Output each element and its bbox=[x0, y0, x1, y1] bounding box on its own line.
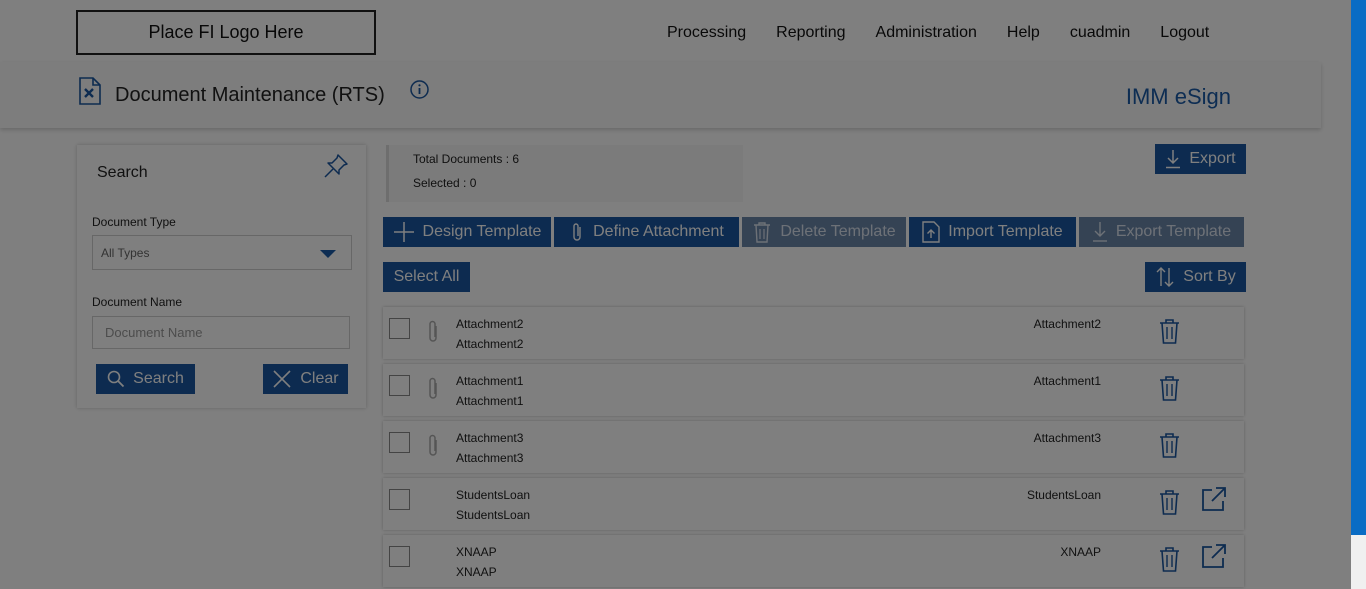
document-type: Attachment3 bbox=[1033, 431, 1101, 445]
row-checkbox[interactable] bbox=[389, 318, 410, 339]
select-all-label: Select All bbox=[393, 268, 460, 285]
export-template-button[interactable]: Export Template bbox=[1079, 217, 1244, 247]
paperclip-icon bbox=[429, 320, 437, 342]
document-name: Attachment1 bbox=[456, 374, 524, 388]
nav-help[interactable]: Help bbox=[992, 22, 1055, 44]
selected-count: Selected : 0 bbox=[413, 176, 477, 190]
define-attachment-label: Define Attachment bbox=[593, 223, 724, 240]
trash-icon[interactable] bbox=[1159, 318, 1180, 344]
document-row[interactable]: XNAAP XNAAP XNAAP bbox=[383, 535, 1244, 587]
document-type-select[interactable]: All Types bbox=[92, 235, 352, 270]
document-type-value: All Types bbox=[101, 246, 150, 260]
document-subname: XNAAP bbox=[456, 565, 497, 579]
design-template-button[interactable]: Design Template bbox=[383, 217, 551, 247]
top-nav: Processing Reporting Administration Help… bbox=[652, 22, 1224, 44]
row-checkbox[interactable] bbox=[389, 489, 410, 510]
document-icon bbox=[79, 77, 101, 105]
document-name: XNAAP bbox=[456, 545, 497, 559]
document-subname: Attachment1 bbox=[456, 394, 524, 408]
logo-text: Place FI Logo Here bbox=[148, 22, 304, 42]
nav-user[interactable]: cuadmin bbox=[1055, 22, 1145, 44]
download-icon bbox=[1092, 222, 1107, 242]
nav-reporting[interactable]: Reporting bbox=[761, 22, 860, 44]
sort-by-label: Sort By bbox=[1183, 268, 1236, 285]
delete-template-button[interactable]: Delete Template bbox=[742, 217, 906, 247]
row-checkbox[interactable] bbox=[389, 375, 410, 396]
document-subname: Attachment3 bbox=[456, 451, 524, 465]
pin-icon[interactable] bbox=[322, 152, 350, 180]
nav-administration[interactable]: Administration bbox=[861, 22, 992, 44]
plus-icon bbox=[393, 222, 414, 242]
fi-logo[interactable]: Place FI Logo Here bbox=[76, 10, 376, 55]
document-name: Attachment3 bbox=[456, 431, 524, 445]
clear-button[interactable]: Clear bbox=[263, 364, 348, 394]
row-checkbox[interactable] bbox=[389, 432, 410, 453]
document-row[interactable]: StudentsLoan StudentsLoan StudentsLoan bbox=[383, 478, 1244, 530]
search-panel: Search Document Type All Types Document … bbox=[77, 145, 366, 408]
page: Place FI Logo Here Processing Reporting … bbox=[0, 0, 1351, 589]
paperclip-icon bbox=[573, 223, 581, 241]
design-template-label: Design Template bbox=[422, 223, 542, 240]
trash-icon[interactable] bbox=[1159, 432, 1180, 458]
export-template-label: Export Template bbox=[1115, 223, 1232, 240]
paperclip-icon bbox=[429, 377, 437, 399]
page-scrollbar[interactable] bbox=[1351, 0, 1366, 589]
delete-template-label: Delete Template bbox=[780, 223, 896, 240]
document-type: Attachment2 bbox=[1033, 317, 1101, 331]
document-row[interactable]: Attachment2 Attachment2 Attachment2 bbox=[383, 307, 1244, 359]
search-panel-title: Search bbox=[97, 164, 148, 181]
trash-icon[interactable] bbox=[1159, 489, 1180, 515]
product-name: IMM eSign bbox=[1125, 84, 1231, 109]
import-template-button[interactable]: Import Template bbox=[909, 217, 1076, 247]
open-external-icon[interactable] bbox=[1201, 486, 1227, 512]
info-icon[interactable] bbox=[410, 80, 429, 99]
trash-icon[interactable] bbox=[1159, 546, 1180, 572]
select-all-button[interactable]: Select All bbox=[383, 262, 470, 292]
document-subname: Attachment2 bbox=[456, 337, 524, 351]
chevron-down-icon bbox=[320, 250, 336, 258]
document-name-input[interactable] bbox=[92, 316, 350, 349]
trash-icon bbox=[754, 222, 771, 243]
total-documents: Total Documents : 6 bbox=[413, 152, 520, 166]
document-type: StudentsLoan bbox=[1026, 488, 1101, 502]
document-name: StudentsLoan bbox=[456, 488, 531, 502]
upload-file-icon bbox=[922, 221, 940, 243]
search-button-label: Search bbox=[133, 370, 184, 387]
export-button[interactable]: Export bbox=[1155, 144, 1246, 174]
document-subname: StudentsLoan bbox=[456, 508, 531, 522]
document-row[interactable]: Attachment3 Attachment3 Attachment3 bbox=[383, 421, 1244, 473]
document-summary: Total Documents : 6 Selected : 0 bbox=[386, 145, 743, 202]
paperclip-icon bbox=[429, 434, 437, 456]
scrollbar-thumb[interactable] bbox=[1351, 0, 1366, 535]
search-button[interactable]: Search bbox=[96, 364, 195, 394]
close-icon bbox=[273, 370, 291, 388]
document-type-label: Document Type bbox=[92, 215, 176, 229]
document-name-label: Document Name bbox=[92, 295, 183, 309]
sort-icon bbox=[1156, 267, 1174, 287]
import-template-label: Import Template bbox=[948, 223, 1063, 240]
page-title: Document Maintenance (RTS) bbox=[115, 84, 385, 106]
search-icon bbox=[107, 370, 125, 388]
download-icon bbox=[1166, 150, 1181, 169]
document-type: XNAAP bbox=[1060, 545, 1101, 559]
sort-by-button[interactable]: Sort By bbox=[1145, 262, 1246, 292]
trash-icon[interactable] bbox=[1159, 375, 1180, 401]
define-attachment-button[interactable]: Define Attachment bbox=[554, 217, 739, 247]
export-button-label: Export bbox=[1189, 150, 1236, 167]
document-name: Attachment2 bbox=[456, 317, 524, 331]
open-external-icon[interactable] bbox=[1201, 543, 1227, 569]
clear-button-label: Clear bbox=[300, 370, 339, 387]
nav-processing[interactable]: Processing bbox=[652, 22, 761, 44]
document-row[interactable]: Attachment1 Attachment1 Attachment1 bbox=[383, 364, 1244, 416]
row-checkbox[interactable] bbox=[389, 546, 410, 567]
document-type: Attachment1 bbox=[1033, 374, 1101, 388]
nav-logout[interactable]: Logout bbox=[1145, 22, 1224, 44]
